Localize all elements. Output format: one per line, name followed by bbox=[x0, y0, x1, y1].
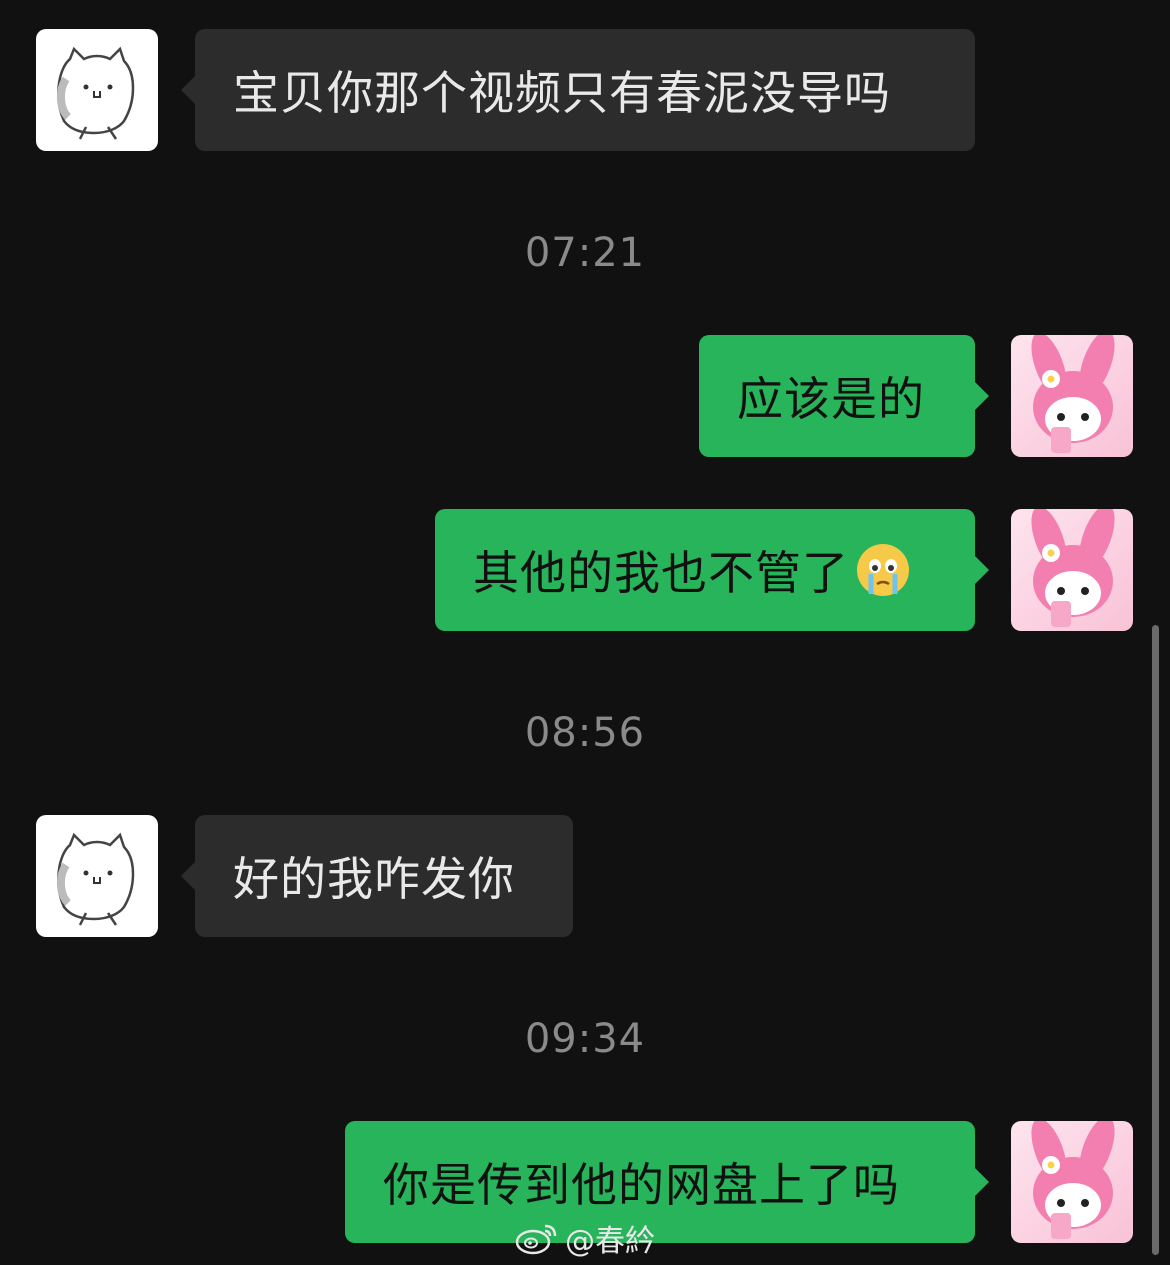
message-bubble-outgoing[interactable]: 应该是的 bbox=[699, 335, 989, 457]
timestamp: 07:21 bbox=[524, 230, 646, 276]
message-bubble-incoming[interactable]: 好的我咋发你 bbox=[181, 815, 573, 937]
self-avatar[interactable] bbox=[1011, 335, 1133, 457]
message-text: 应该是的 bbox=[737, 372, 925, 426]
timestamp: 09:34 bbox=[524, 1016, 646, 1062]
cat-sticker-icon bbox=[57, 46, 135, 140]
message-text: 你是传到他的网盘上了吗 bbox=[383, 1158, 900, 1212]
self-avatar[interactable] bbox=[1011, 1121, 1133, 1243]
watermark-text: @春紟 bbox=[565, 1224, 655, 1259]
melody-avatar-icon bbox=[1031, 1121, 1115, 1239]
cat-sticker-icon bbox=[57, 832, 135, 926]
message-text: 其他的我也不管了 bbox=[473, 546, 849, 600]
timestamp: 08:56 bbox=[524, 710, 646, 756]
message-bubble-outgoing[interactable]: 其他的我也不管了 bbox=[435, 509, 989, 631]
message-text: 宝贝你那个视频只有春泥没导吗 bbox=[233, 66, 891, 120]
message-bubble-outgoing[interactable]: 你是传到他的网盘上了吗 bbox=[345, 1121, 989, 1243]
crying-face-emoji-icon bbox=[855, 542, 911, 598]
watermark: @春紟 bbox=[515, 1218, 655, 1259]
scrollbar[interactable] bbox=[1152, 625, 1159, 1255]
message-text: 好的我咋发你 bbox=[233, 852, 515, 906]
melody-avatar-icon bbox=[1031, 335, 1115, 453]
melody-avatar-icon bbox=[1031, 509, 1115, 627]
weibo-icon bbox=[515, 1220, 559, 1256]
self-avatar[interactable] bbox=[1011, 509, 1133, 631]
message-bubble-incoming[interactable]: 宝贝你那个视频只有春泥没导吗 bbox=[181, 29, 975, 151]
contact-avatar[interactable] bbox=[36, 815, 158, 937]
contact-avatar[interactable] bbox=[36, 29, 158, 151]
